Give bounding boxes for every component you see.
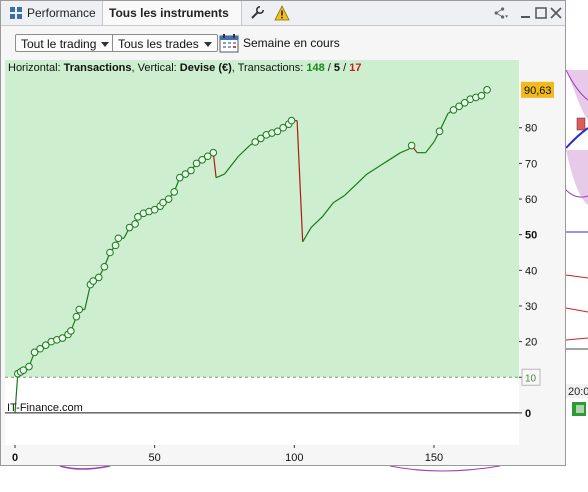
chevron-down-icon: [203, 42, 212, 48]
x-tick-label: 0: [12, 452, 18, 464]
trade-marker: [72, 312, 81, 321]
performance-window: Performance Tous les instruments Tout le…: [0, 0, 566, 466]
minimize-icon[interactable]: [518, 5, 534, 21]
y-tick-label: 0: [525, 408, 531, 420]
maximize-icon[interactable]: [533, 5, 549, 21]
trade-marker: [131, 220, 139, 228]
tab-performance[interactable]: Performance: [5, 1, 103, 25]
trade-marker: [170, 188, 179, 196]
trade-marker: [187, 166, 195, 175]
trading-filter-dropdown[interactable]: Tout le trading: [15, 34, 116, 52]
chart-legend: Horizontal: Transactions, Vertical: Devi…: [8, 62, 361, 74]
legend-sep-1: /: [324, 62, 334, 74]
background-time-label: 20:0: [568, 386, 588, 398]
y-tick-label: 70: [525, 158, 537, 170]
legend-losing-count: 17: [349, 62, 362, 74]
trade-marker: [435, 127, 444, 136]
trade-marker: [209, 148, 218, 157]
x-tick-label: 100: [285, 452, 303, 464]
y-tick-label: 20: [525, 337, 537, 349]
y-tick-label: 40: [525, 265, 537, 277]
legend-vertical-value: Devise (€): [179, 62, 232, 74]
trade-marker: [106, 248, 114, 257]
y-tick-label: 30: [525, 301, 537, 313]
instruments-dropdown-label: Tous les instruments: [109, 6, 229, 20]
y-tick-label: 60: [525, 194, 537, 206]
legend-total-count: 148: [306, 62, 325, 74]
window-titlebar: Performance Tous les instruments: [1, 1, 565, 41]
trade-marker: [287, 116, 296, 125]
share-icon[interactable]: [493, 5, 509, 21]
trade-marker: [94, 273, 103, 282]
close-icon[interactable]: [548, 5, 564, 21]
period-selector[interactable]: Semaine en cours: [219, 33, 340, 53]
legend-sep-2: /: [340, 62, 350, 74]
trade-marker: [75, 305, 84, 314]
chevron-down-icon: [101, 42, 110, 48]
watermark: IT-Finance.com: [7, 402, 83, 414]
trading-filter-label: Tout le trading: [21, 37, 97, 51]
trade-marker: [407, 141, 416, 150]
grid-icon: [10, 7, 22, 19]
trade-marker: [483, 86, 491, 94]
x-tick-label: 50: [149, 452, 161, 464]
last-value-label: 90,63: [524, 85, 552, 97]
threshold-label: 10: [525, 373, 537, 384]
x-axis: 0 50 100 150: [12, 445, 443, 464]
trades-filter-label: Tous les trades: [118, 37, 199, 51]
period-label: Semaine en cours: [243, 36, 340, 50]
equity-plot[interactable]: [5, 60, 519, 445]
tab-performance-label: Performance: [27, 6, 96, 20]
legend-vertical-prefix: , Vertical:: [131, 62, 180, 74]
y-tick-label: 80: [525, 123, 537, 135]
trade-marker: [25, 362, 33, 371]
y-tick-label: 50: [525, 230, 537, 242]
equity-chart[interactable]: Horizontal: Transactions, Vertical: Devi…: [5, 60, 519, 445]
instruments-dropdown[interactable]: Tous les instruments: [102, 1, 242, 41]
trade-marker: [100, 262, 109, 271]
trade-marker: [111, 241, 120, 250]
trade-marker: [164, 195, 173, 203]
calendar-icon: [219, 34, 239, 53]
wrench-icon[interactable]: [249, 5, 265, 21]
y-axis: 0102030405060708090,6310: [519, 81, 554, 420]
x-tick-label: 150: [425, 452, 443, 464]
legend-horizontal-value: Transactions: [63, 62, 132, 74]
filter-toolbar: Tout le trading Tous les trades Semaine …: [1, 26, 565, 60]
trade-marker: [477, 91, 486, 100]
warning-icon[interactable]: [274, 5, 290, 21]
profit-zone: [5, 60, 519, 378]
trades-filter-dropdown[interactable]: Tous les trades: [112, 34, 218, 52]
trade-marker: [67, 327, 75, 335]
legend-transactions-prefix: , Transactions:: [231, 62, 307, 74]
trade-marker: [114, 234, 123, 243]
legend-horizontal-prefix: Horizontal:: [8, 62, 64, 74]
